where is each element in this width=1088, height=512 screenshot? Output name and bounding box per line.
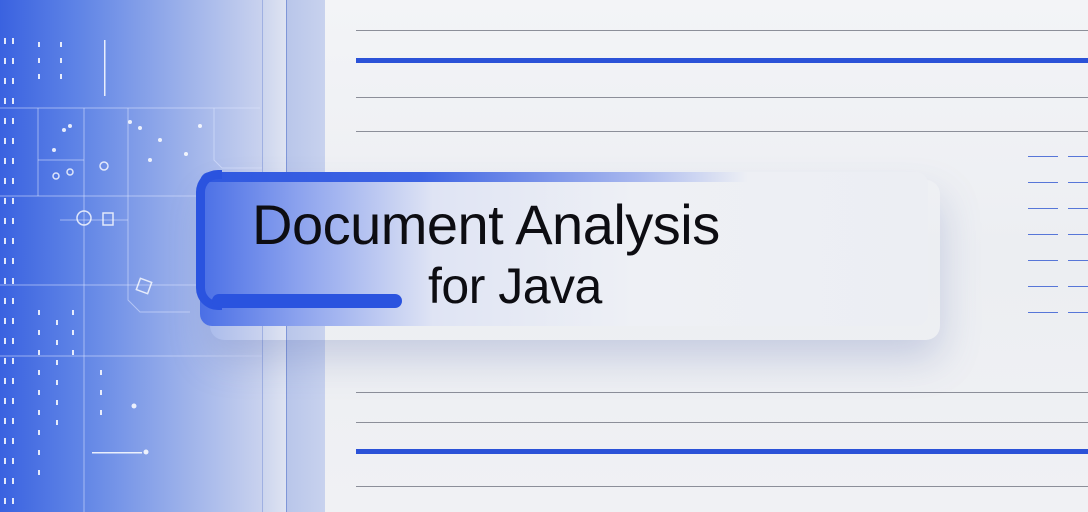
text-dash [1068,208,1088,209]
document-rule-accent [356,449,1088,454]
text-dash [1028,208,1058,209]
document-rule [356,392,1088,393]
document-rule [356,30,1088,31]
text-dash [1028,312,1058,313]
document-rule [356,97,1088,98]
text-dash [1068,156,1088,157]
document-rule [356,486,1088,487]
text-dash [1068,312,1088,313]
text-dash [1028,156,1058,157]
banner-canvas: Document Analysis for Java [0,0,1088,512]
document-rule [356,131,1088,132]
document-rule [356,422,1088,423]
text-dash [1028,260,1058,261]
title-card-underline [212,294,402,308]
title-card-tab [200,172,748,182]
text-dash [1068,234,1088,235]
text-dash [1068,260,1088,261]
text-dash [1068,286,1088,287]
title-card-bracket [196,170,222,310]
text-dash [1028,286,1058,287]
page-subtitle: for Java [428,258,602,314]
document-rule-accent [356,58,1088,63]
text-dash [1028,182,1058,183]
text-dash [1028,234,1058,235]
text-dash [1068,182,1088,183]
page-title: Document Analysis [252,193,720,256]
